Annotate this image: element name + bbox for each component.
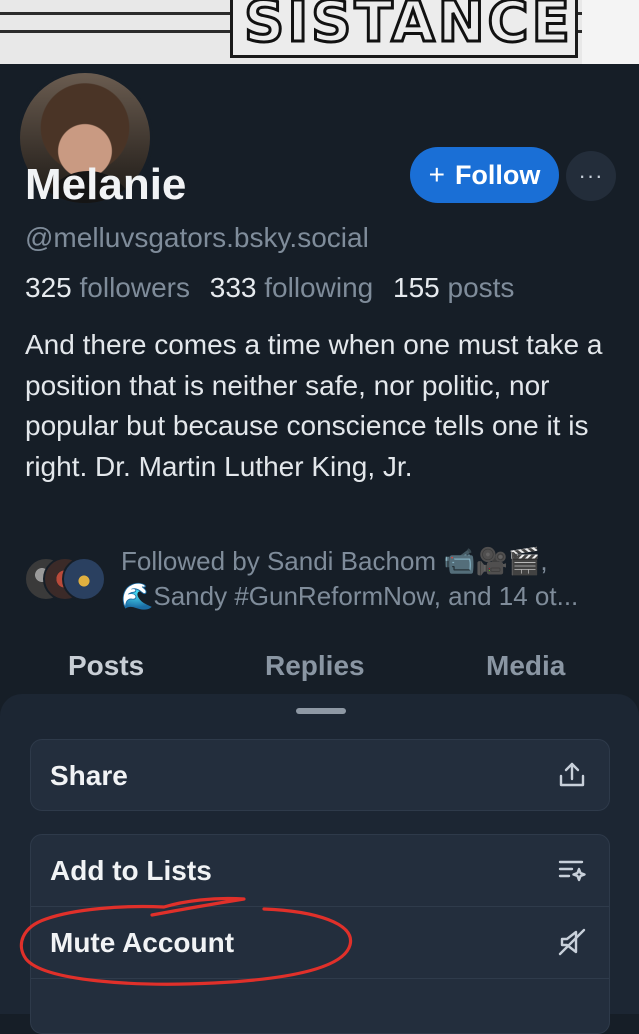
account-actions-card: Add to Lists Mute Account	[30, 834, 610, 1034]
follow-button[interactable]: + Follow	[410, 147, 559, 203]
more-options-button[interactable]: ···	[566, 151, 616, 201]
profile-handle: @melluvsgators.bsky.social	[25, 222, 369, 253]
divider	[31, 978, 609, 979]
profile-tabs: Posts Replies Media	[0, 650, 639, 694]
posts-count: 155	[393, 272, 440, 303]
followed-by-line: 🌊Sandy #GunReformNow, and 14 ot...	[121, 581, 579, 611]
display-name: Melanie	[25, 160, 187, 209]
add-to-lists-menu-item[interactable]: Add to Lists	[31, 835, 609, 906]
share-icon	[559, 762, 585, 787]
mute-account-label: Mute Account	[50, 927, 235, 958]
mute-account-menu-item[interactable]: Mute Account	[31, 907, 609, 978]
profile-bio: And there comes a time when one must tak…	[25, 329, 603, 482]
mute-speaker-icon	[558, 928, 586, 956]
posts-label: posts	[447, 272, 515, 303]
plus-icon: +	[428, 159, 445, 190]
followers-label: followers	[79, 272, 190, 303]
share-card: Share	[30, 739, 610, 811]
followers-count: 325	[25, 272, 72, 303]
action-sheet: Share Add to Lists Mute Account	[0, 694, 639, 1034]
following-label: following	[264, 272, 374, 303]
share-label: Share	[50, 760, 128, 791]
followed-by-line: Followed by Sandi Bachom 📹🎥🎬,	[121, 546, 548, 576]
banner-right-panel	[582, 0, 639, 64]
profile-stats: 325 followers 333 following 155 posts	[25, 272, 514, 304]
share-menu-item[interactable]: Share	[31, 740, 609, 811]
add-to-lists-label: Add to Lists	[50, 855, 212, 886]
profile-banner: SISTANCE	[0, 0, 639, 64]
tab-replies[interactable]: Replies	[265, 650, 365, 682]
posts-stat: 155 posts	[393, 272, 514, 303]
following-count: 333	[209, 272, 257, 303]
following-stat[interactable]: 333 following	[210, 272, 385, 303]
sheet-drag-handle[interactable]	[296, 708, 346, 714]
avatar	[62, 557, 106, 601]
tab-posts[interactable]: Posts	[68, 650, 144, 682]
banner-text: SISTANCE	[243, 0, 573, 57]
followed-by-avatars[interactable]	[24, 557, 106, 601]
list-sparkle-icon	[558, 860, 586, 882]
followers-stat[interactable]: 325 followers	[25, 272, 202, 303]
ellipsis-icon: ···	[578, 163, 604, 188]
tab-media[interactable]: Media	[486, 650, 565, 682]
follow-label: Follow	[454, 159, 541, 190]
followed-by-text[interactable]: Followed by Sandi Bachom 📹🎥🎬, 🌊Sandy #Gu…	[121, 544, 621, 614]
